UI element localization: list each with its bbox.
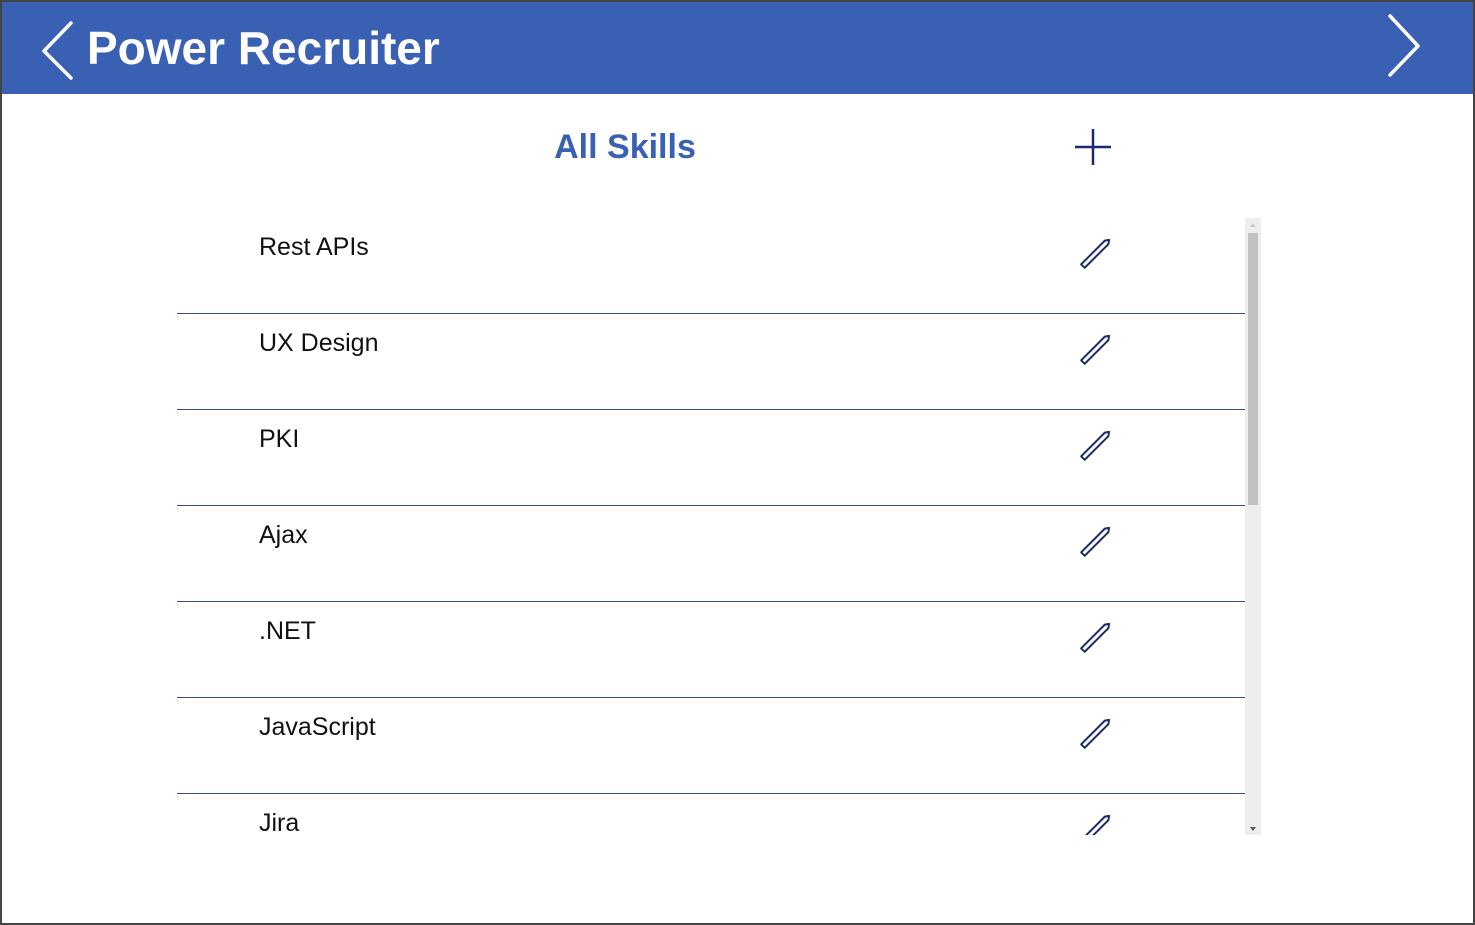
app-header: Power Recruiter: [2, 2, 1473, 94]
page-title: All Skills: [554, 128, 696, 166]
scroll-down-arrow-icon: [1250, 827, 1256, 831]
pencil-icon: [1080, 622, 1111, 653]
list-item[interactable]: UX Design: [177, 314, 1245, 410]
edit-skill-button[interactable]: [1075, 232, 1117, 274]
edit-skill-button[interactable]: [1075, 712, 1117, 754]
skill-name: Jira: [259, 809, 300, 835]
edit-skill-button[interactable]: [1075, 808, 1117, 835]
skill-name: PKI: [259, 425, 300, 453]
list-item[interactable]: JavaScript: [177, 698, 1245, 794]
edit-skill-button[interactable]: [1075, 616, 1117, 658]
skill-name: UX Design: [259, 329, 379, 357]
list-item[interactable]: .NET: [177, 602, 1245, 698]
forward-button[interactable]: [1374, 12, 1430, 80]
skills-gallery[interactable]: Rest APIs UX Design PKI Ajax .NET JavaScript J…: [177, 218, 1263, 835]
chevron-left-icon: [42, 21, 73, 80]
scroll-up-button[interactable]: [1245, 218, 1261, 232]
pencil-icon: [1080, 238, 1111, 269]
app-title: Power Recruiter: [87, 22, 440, 74]
plus-icon: [1075, 129, 1111, 165]
add-skill-button[interactable]: [1068, 122, 1118, 172]
skill-name: Ajax: [259, 521, 308, 549]
pencil-icon: [1080, 430, 1111, 461]
pencil-icon: [1080, 718, 1111, 749]
pencil-icon: [1080, 526, 1111, 557]
app-window: Power Recruiter All Skills Rest APIs UX D…: [0, 0, 1475, 925]
edit-skill-button[interactable]: [1075, 520, 1117, 562]
scroll-down-button[interactable]: [1245, 821, 1261, 835]
list-item[interactable]: Ajax: [177, 506, 1245, 602]
skill-name: JavaScript: [259, 713, 376, 741]
skill-name: .NET: [259, 617, 316, 645]
skill-name: Rest APIs: [259, 233, 369, 261]
scroll-up-arrow-icon: [1250, 223, 1256, 227]
list-item[interactable]: Jira: [177, 794, 1245, 835]
scrollbar[interactable]: [1245, 218, 1261, 835]
pencil-icon: [1080, 334, 1111, 365]
edit-skill-button[interactable]: [1075, 424, 1117, 466]
scroll-thumb[interactable]: [1248, 233, 1258, 505]
list-item[interactable]: Rest APIs: [177, 218, 1245, 314]
back-button[interactable]: [32, 18, 82, 82]
edit-skill-button[interactable]: [1075, 328, 1117, 370]
chevron-right-icon: [1388, 14, 1420, 77]
skills-list: Rest APIs UX Design PKI Ajax .NET JavaScript J…: [177, 218, 1245, 835]
pencil-icon: [1080, 814, 1111, 835]
list-item[interactable]: PKI: [177, 410, 1245, 506]
